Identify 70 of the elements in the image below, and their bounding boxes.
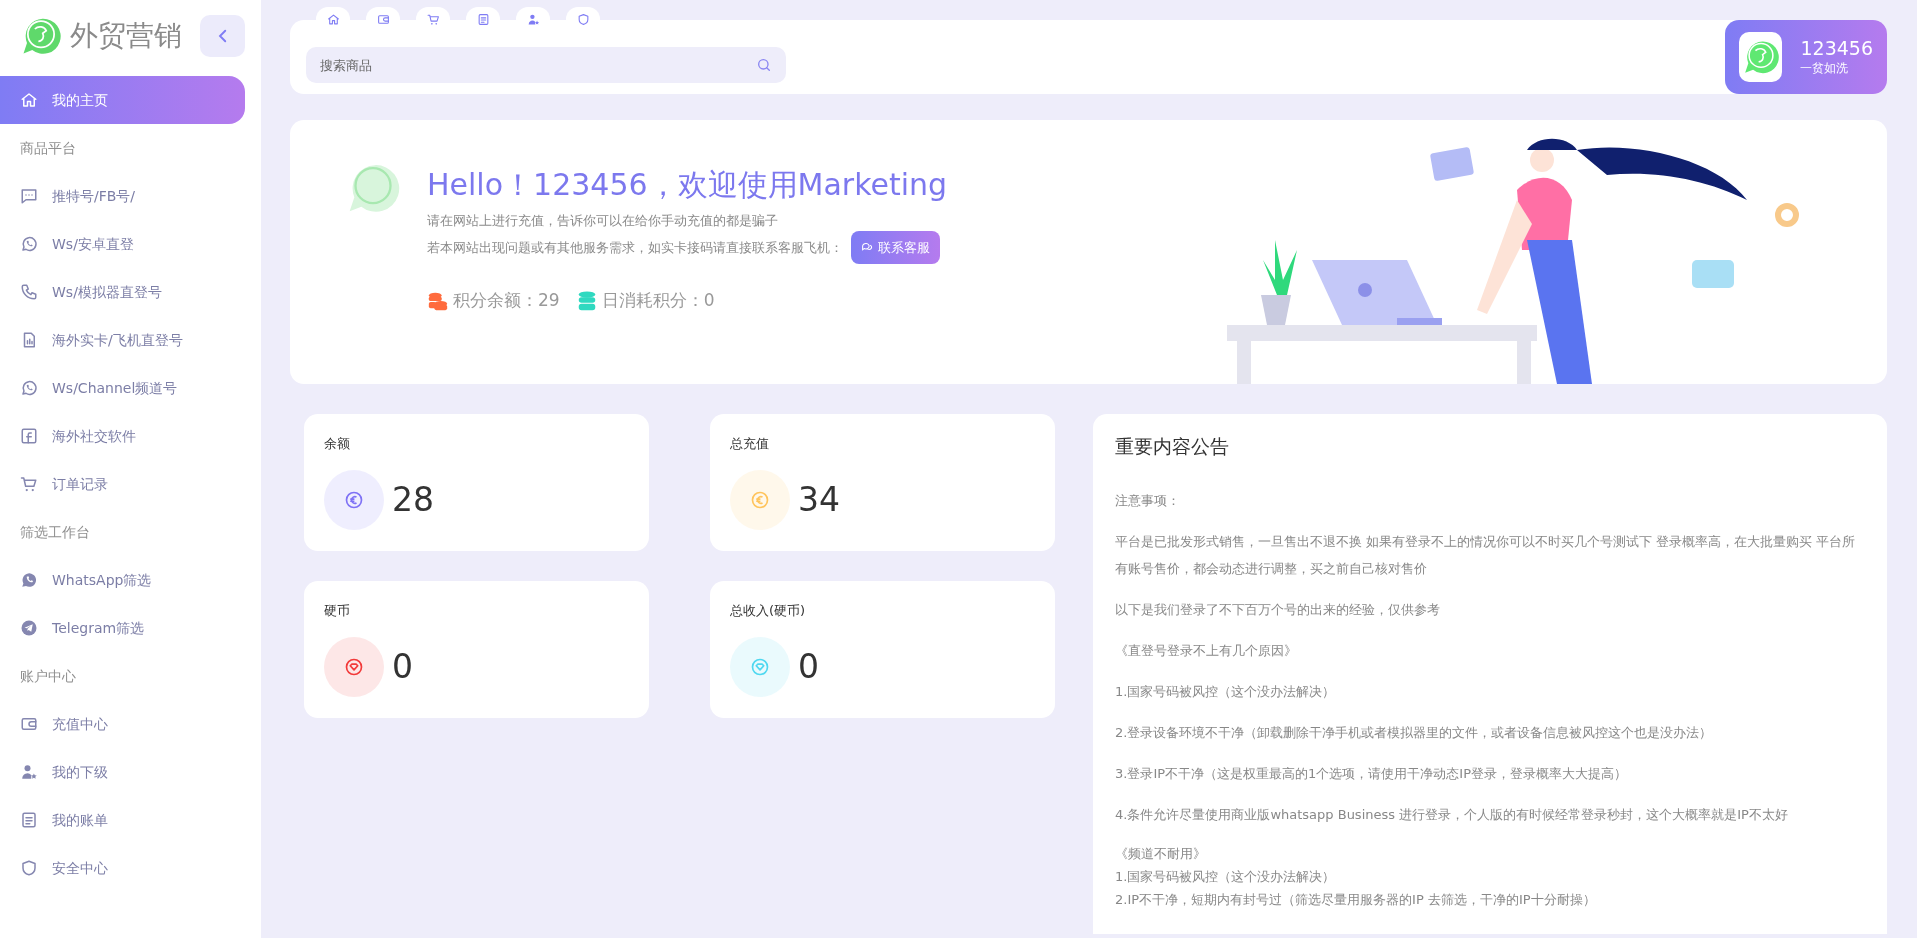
facebook-icon	[20, 427, 38, 445]
search-field[interactable]: 搜索商品	[306, 47, 786, 83]
stat-value: 34	[798, 478, 840, 521]
stat-label: 硬币	[324, 602, 351, 620]
notice-title: 重要内容公告	[1115, 434, 1230, 459]
notice-text: 若本网站出现问题或有其他服务需求，如实卡接码请直接联系客服飞机：	[427, 238, 843, 257]
telegram-icon	[20, 619, 38, 637]
shield-icon	[576, 13, 590, 26]
section-heading: 筛选工作台	[19, 522, 91, 542]
wallet-icon	[376, 13, 390, 26]
notice-paragraph: 2.登录设备环境不干净（卸载删除干净手机或者模拟器里的文件，或者设备信息被风控这个也是没办法）	[1115, 723, 1714, 742]
points-stat: 积分余额：29	[453, 289, 560, 312]
stat-label: 总收入(硬币)	[730, 602, 807, 620]
home-icon	[326, 13, 340, 26]
notice-paragraph: 以下是我们登录了不下百万个号的出来的经验，仅供参考	[1115, 600, 1441, 619]
sidebar-item[interactable]: 我的下级	[0, 748, 245, 796]
sidebar-item[interactable]: 推特号/FB号/	[0, 172, 245, 220]
section-heading: 商品平台	[19, 138, 77, 158]
welcome-title: Hello！123456，欢迎使用Marketing	[427, 166, 948, 204]
user-level: 一贫如洗	[1800, 60, 1850, 78]
notice-paragraph: 2.IP不干净，短期内有封号过（筛选尽量用服务器的IP 去筛选，干净的IP十分耐操）	[1115, 890, 1597, 909]
stat-value: 0	[392, 645, 413, 688]
sidebar-item[interactable]: 订单记录	[0, 460, 245, 508]
sidebar-item[interactable]: Ws/模拟器直登号	[0, 268, 245, 316]
sidebar-item[interactable]: Ws/Channel频道号	[0, 364, 245, 412]
notice-paragraph: 4.条件允许尽量使用商业版whatsapp Business 进行登录，个人版的有时候经常登录秒封，这个大概率就是IP不太好	[1115, 805, 1789, 824]
brand-name: 外贸营销	[70, 18, 182, 54]
whatsapp-icon	[20, 235, 38, 253]
profile-card[interactable]: 123456 一贫如洗	[1725, 20, 1887, 94]
notice-paragraph: 3.登录IP不干净（这是权重最高的1个选项，请使用干净动态IP登录，登录概率大大提高）	[1115, 764, 1629, 783]
user-star-icon	[526, 13, 540, 26]
points-stat: 日消耗积分：0	[601, 289, 715, 312]
notice-text: 请在网站上进行充值，告诉你可以在给你手动充值的都是骗子	[427, 212, 779, 230]
whatsapp-icon	[20, 379, 38, 397]
sidebar-item[interactable]: 海外实卡/飞机直登号	[0, 316, 245, 364]
cart-icon	[20, 475, 38, 493]
contact-button[interactable]: 联系客服	[851, 230, 940, 264]
shield-icon	[20, 859, 38, 877]
stat-value: 0	[798, 645, 819, 688]
chat-icon	[861, 240, 874, 254]
sidebar-item[interactable]: 安全中心	[0, 844, 245, 892]
sidebar-item[interactable]: 海外社交软件	[0, 412, 245, 460]
document-icon	[476, 13, 490, 26]
section-heading: 账户中心	[19, 666, 77, 686]
stat-value: 28	[392, 478, 434, 521]
user-name: 123456	[1800, 36, 1873, 60]
stat-label: 余额	[324, 435, 351, 453]
wallet-icon	[20, 715, 38, 733]
sidebar-item[interactable]: 我的主页	[0, 76, 245, 124]
notice-paragraph: 1.国家号码被风控（这个没办法解决）	[1115, 682, 1337, 701]
notice-paragraph: 平台是已批发形式销售，一旦售出不退不换 如果有登录不上的情况你可以不时买几个号测试下 登录概率高，在大批量购买 平台所有账号售价，都会动态进行调整，买之前自己核对售价	[1115, 532, 1857, 578]
chat-icon	[20, 187, 38, 205]
notice-paragraph: 《直登号登录不上有几个原因》	[1115, 641, 1298, 660]
search-icon	[756, 57, 772, 73]
collapse-button[interactable]	[200, 15, 245, 57]
notice-paragraph: 注意事项：	[1115, 491, 1181, 510]
user-star-icon	[20, 763, 38, 781]
notice-paragraph: 1.国家号码被风控（这个没办法解决）	[1115, 867, 1337, 886]
sidebar-item[interactable]: 充值中心	[0, 700, 245, 748]
notice-paragraph: 《频道不耐用》	[1115, 844, 1207, 863]
sidebar-item[interactable]: Ws/安卓直登	[0, 220, 245, 268]
stat-label: 总充值	[730, 435, 770, 453]
cart-icon	[426, 13, 440, 26]
home-icon	[20, 91, 38, 109]
whatsapp-icon	[20, 571, 38, 589]
sidebar-item[interactable]: WhatsApp筛选	[0, 556, 245, 604]
sidebar-item[interactable]: Telegram筛选	[0, 604, 245, 652]
sidebar-item[interactable]: 我的账单	[0, 796, 245, 844]
phone-icon	[20, 283, 38, 301]
document-icon	[20, 811, 38, 829]
